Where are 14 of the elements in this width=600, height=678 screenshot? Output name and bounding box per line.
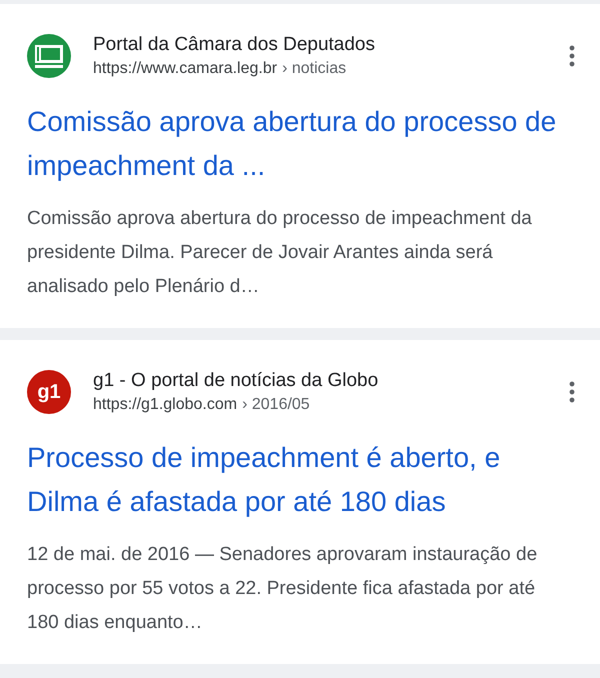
more-options-icon[interactable] xyxy=(568,381,576,403)
site-name: Portal da Câmara dos Deputados xyxy=(93,34,376,56)
result-title-link[interactable]: Comissão aprova abertura do processo de impeachment da ... xyxy=(27,100,567,188)
result-title-link[interactable]: Processo de impeachment é aberto, e Dilma é afastada por até 180 dias xyxy=(27,436,567,524)
url-path: › noticias xyxy=(282,60,346,78)
site-url: https://www.camara.leg.br xyxy=(93,60,278,78)
chamber-logo-icon xyxy=(27,34,71,78)
url-path: › 2016/05 xyxy=(242,396,310,414)
site-url: https://g1.globo.com xyxy=(93,396,238,414)
site-name: g1 - O portal de notícias da Globo xyxy=(93,370,380,392)
result-snippet: 12 de mai. de 2016 — Senadores aprovaram instauração de processo por 55 votos a 22. Presidente fica afastada por até 180 dias enquanto… xyxy=(27,543,538,635)
more-options-icon[interactable] xyxy=(568,45,576,67)
news-logo-icon: g1 xyxy=(27,370,71,414)
result-snippet: Comissão aprova abertura do processo de impeachment da presidente Dilma. Parecer de Jovair Arantes ainda será analisado pelo Plenário d… xyxy=(27,207,533,299)
